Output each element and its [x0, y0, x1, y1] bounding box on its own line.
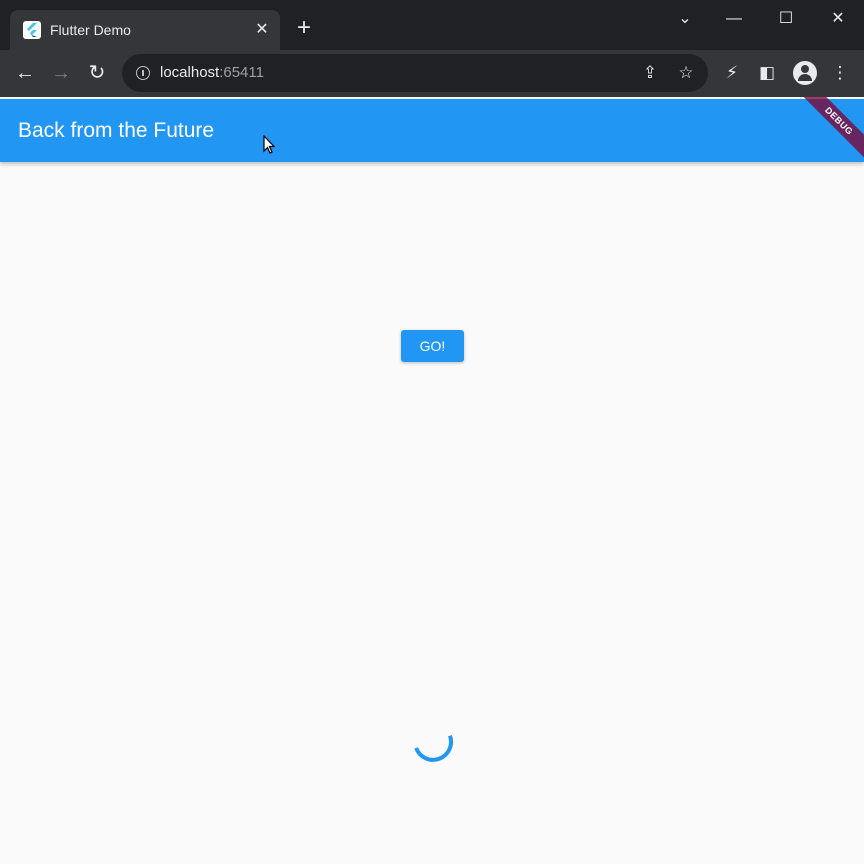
close-icon[interactable]: ✕ [252, 20, 272, 40]
back-arrow-icon[interactable]: ← [12, 61, 38, 85]
flutter-app: Back from the Future DEBUG GO! [0, 97, 864, 864]
profile-avatar-icon[interactable] [793, 61, 817, 85]
minimize-button[interactable]: — [719, 8, 749, 30]
bookmark-star-icon[interactable]: ☆ [676, 63, 696, 83]
share-icon[interactable]: ⇪ [640, 63, 660, 83]
flutter-logo-icon [23, 21, 41, 39]
address-bar[interactable]: localhost:65411 ⇪ ☆ [122, 54, 708, 92]
url-host: localhost [160, 64, 220, 81]
url-port: :65411 [219, 64, 264, 81]
page-title: Back from the Future [18, 119, 215, 142]
go-button[interactable]: GO! [401, 330, 464, 362]
browser-window: Flutter Demo ✕ + ⌄ — ☐ ✕ ← → ↻ localhost… [0, 0, 864, 864]
debug-banner: DEBUG [794, 97, 864, 166]
tab-strip: Flutter Demo ✕ + ⌄ — ☐ ✕ [0, 0, 864, 50]
menu-kebab-icon[interactable]: ⋮ [829, 62, 851, 84]
mouse-cursor-icon [263, 135, 276, 154]
reload-icon[interactable]: ↻ [84, 61, 110, 85]
extensions-icon[interactable]: ⚡ [721, 62, 743, 84]
forward-arrow-icon[interactable]: → [48, 61, 74, 85]
side-panel-icon[interactable]: ◧ [756, 62, 778, 84]
maximize-button[interactable]: ☐ [771, 8, 801, 30]
browser-toolbar: ← → ↻ localhost:65411 ⇪ ☆ ⚡ ◧ ⋮ [0, 50, 864, 97]
app-bar: Back from the Future DEBUG [0, 97, 864, 166]
tab-title: Flutter Demo [50, 22, 131, 38]
new-tab-button[interactable]: + [292, 16, 316, 40]
url-text[interactable]: localhost:65411 [160, 64, 264, 81]
tab-search-icon[interactable]: ⌄ [670, 8, 700, 30]
info-icon[interactable] [136, 66, 150, 80]
tab-flutter-demo[interactable]: Flutter Demo ✕ [10, 10, 280, 50]
loading-spinner-icon [414, 734, 454, 762]
window-close-button[interactable]: ✕ [823, 8, 853, 30]
